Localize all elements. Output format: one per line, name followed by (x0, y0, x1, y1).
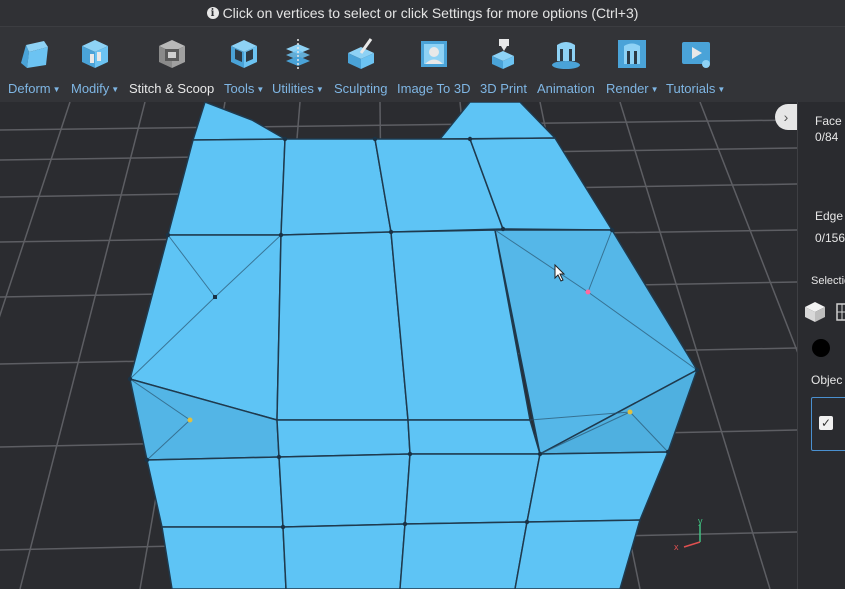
toolbar-image-to-3d-label: Image To 3D (397, 81, 471, 96)
visibility-checkbox[interactable]: ✓ (819, 416, 833, 430)
toolbar-utilities-label: Utilities (272, 81, 314, 96)
face-count: 0/84 (815, 130, 839, 144)
face-label: Face (815, 114, 842, 128)
object-list-item[interactable]: ✓ (811, 397, 845, 451)
selection-label: Selectio (811, 275, 845, 287)
stitch-scoop-icon (158, 40, 185, 68)
chevron-down-icon: ▼ (717, 85, 726, 95)
toolbar-3d-print-label: 3D Print (480, 81, 527, 96)
toolbar-stitch-scoop[interactable]: Stitch & Scoop (129, 37, 214, 96)
chevron-right-icon: › (783, 109, 789, 125)
toolbar-modify[interactable]: Modify ▼ (71, 37, 119, 97)
color-swatch[interactable] (812, 339, 830, 357)
image-to-3d-icon (420, 41, 447, 67)
panel-collapse-button[interactable]: › (775, 104, 797, 130)
toolbar-sculpting-label: Sculpting (334, 81, 388, 96)
chevron-down-icon: ▼ (315, 85, 324, 95)
toolbar-animation[interactable]: Animation (537, 37, 595, 96)
toolbar-3d-print[interactable]: 3D Print (480, 37, 527, 96)
toolbar-stitch-scoop-label: Stitch & Scoop (129, 81, 215, 96)
chevron-down-icon: ▼ (52, 85, 61, 95)
toolbar-utilities[interactable]: Utilities ▼ (272, 37, 324, 97)
toolbar-deform-label: Deform (8, 81, 51, 96)
chevron-down-icon: ▼ (111, 85, 120, 95)
toolbar-render[interactable]: Render ▼ (606, 37, 659, 97)
modify-cube-icon (82, 40, 109, 68)
deform-cube-icon (21, 41, 49, 68)
axis-x-label: x (674, 542, 679, 552)
toolbar-sculpting[interactable]: Sculpting (334, 37, 387, 96)
toolbar-animation-label: Animation (537, 81, 595, 96)
toolbar-tools-label: Tools (224, 81, 255, 96)
edge-count: 0/156 (815, 231, 845, 245)
chevron-down-icon: ▼ (256, 85, 265, 95)
mesh-model[interactable] (129, 102, 698, 589)
edge-label: Edge (815, 209, 844, 223)
objects-label: Objec (811, 373, 843, 387)
utilities-icon (285, 39, 310, 69)
3d-print-icon (492, 39, 515, 69)
render-icon (618, 40, 647, 68)
toolbar-deform[interactable]: Deform ▼ (8, 37, 61, 97)
selection-panel: Face 0/84 Edge 0/156 Selectio Objec ✓ (797, 102, 845, 589)
main-toolbar: Deform ▼ Modify ▼ Stitch & Scoop Tools ▼… (0, 26, 845, 103)
tutorials-icon (681, 42, 710, 68)
3d-viewport[interactable]: y x (0, 102, 797, 589)
toolbar-image-to-3d[interactable]: Image To 3D (397, 37, 470, 96)
axis-y-label: y (698, 516, 703, 526)
toolbar-tutorials-label: Tutorials (666, 81, 716, 96)
info-icon: i (206, 7, 219, 19)
toolbar-tools[interactable]: Tools ▼ (224, 37, 264, 97)
hint-text: Click on vertices to select or click Set… (222, 5, 639, 21)
cube-select-icon[interactable] (803, 300, 827, 324)
animation-icon (551, 42, 580, 69)
viewport-canvas[interactable]: y x (0, 102, 797, 589)
toolbar-render-label: Render (606, 81, 649, 96)
hint-bar: i Click on vertices to select or click S… (0, 0, 845, 26)
grid-cube-icon[interactable] (836, 301, 845, 323)
toolbar-tutorials[interactable]: Tutorials ▼ (666, 37, 725, 97)
chevron-down-icon: ▼ (650, 85, 659, 95)
sculpting-icon (347, 38, 374, 69)
toolbar-modify-label: Modify (71, 81, 110, 96)
tools-icon (231, 40, 258, 68)
